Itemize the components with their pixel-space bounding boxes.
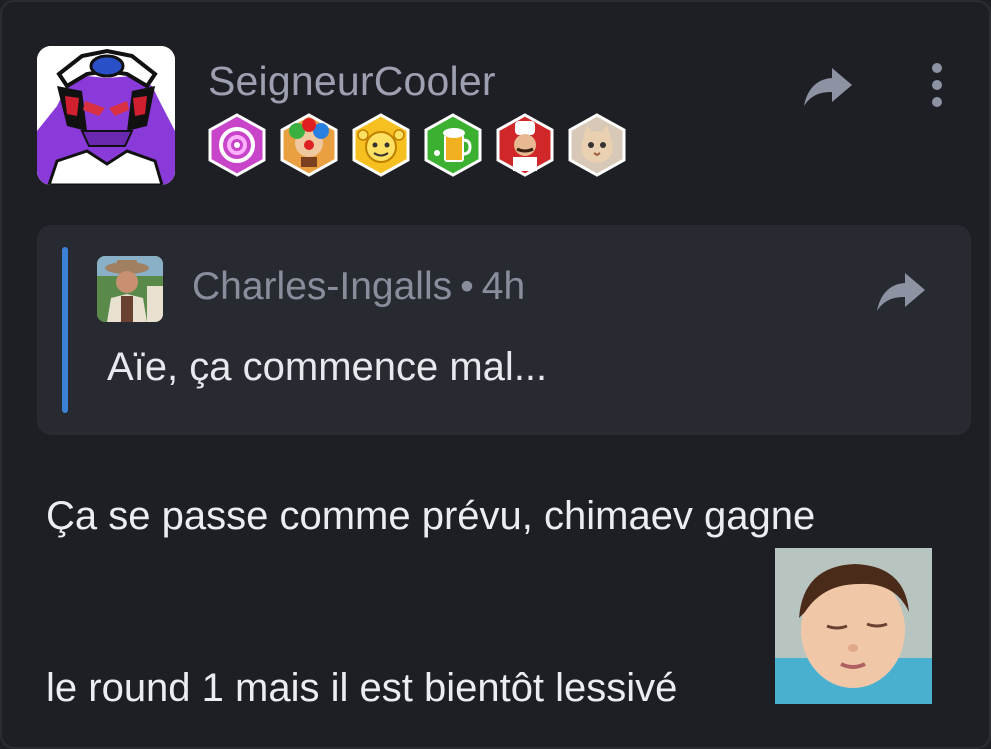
sticker-image[interactable] [775,548,932,704]
clown-badge-icon[interactable] [279,113,339,177]
quote-author-avatar[interactable] [97,256,163,322]
charles-ingalls-avatar-icon [97,256,163,322]
username[interactable]: SeigneurCooler [208,58,496,105]
more-vertical-icon[interactable] [922,60,952,110]
cooler-avatar-icon [37,46,175,185]
quote-text: Aïe, ça commence mal... [107,345,548,389]
quote-author[interactable]: Charles-Ingalls [192,265,452,308]
chef-badge-icon[interactable] [495,113,555,177]
quote-meta: Charles-Ingalls • 4h [192,265,525,309]
quote-accent-bar [62,247,68,413]
meta-separator: • [460,265,474,308]
badge-list [207,113,627,177]
smiley-hands-badge-icon[interactable] [351,113,411,177]
quoted-message[interactable]: Charles-Ingalls • 4h Aïe, ça commence mal.… [37,225,971,435]
purple-swirl-badge-icon[interactable] [207,113,267,177]
share-icon[interactable] [875,269,927,313]
share-icon[interactable] [802,64,854,108]
sleepy-child-sticker-icon [775,548,932,704]
quote-timestamp: 4h [481,265,526,308]
user-avatar[interactable] [37,46,175,185]
post-card: SeigneurCooler Charles-Ingalls • 4h Aïe,… [0,0,991,749]
beer-badge-icon[interactable] [423,113,483,177]
cat-badge-icon[interactable] [567,113,627,177]
message-text-line-1: Ça se passe comme prévu, chimaev gagne [46,494,816,538]
message-text-line-2: le round 1 mais il est bientôt lessivé [46,666,678,710]
